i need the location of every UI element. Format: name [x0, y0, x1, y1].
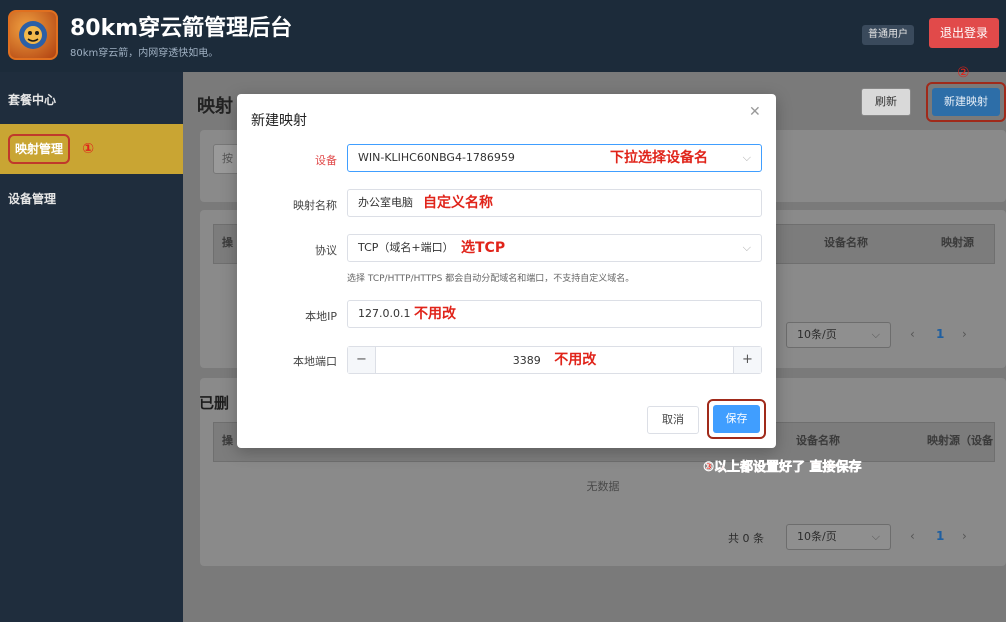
protocol-label: 协议 — [315, 244, 337, 257]
page-size-value: 10条/页 — [797, 328, 837, 341]
page-size-select[interactable]: 10条/页 ⌵ — [786, 524, 891, 550]
device-select[interactable]: WIN-KLIHC60NBG4-1786959 下拉选择设备名 ⌵ — [347, 144, 762, 172]
dialog-title: 新建映射 — [251, 113, 307, 129]
column-header: 操 — [222, 236, 233, 249]
sidebar-item-mappings[interactable]: 映射管理 ① — [0, 124, 183, 174]
local-port-annotation: 不用改 — [554, 352, 597, 368]
logo-icon — [19, 21, 47, 49]
chevron-down-icon: ⌵ — [871, 530, 880, 543]
sidebar-item-label: 映射管理 — [8, 134, 71, 164]
save-highlight: 保存 — [707, 399, 766, 439]
empty-state-text: 无数据 — [586, 480, 620, 493]
current-page[interactable]: 1 — [936, 529, 944, 543]
page-title: 映射 — [197, 96, 233, 117]
prev-page-icon[interactable]: ‹ — [910, 529, 915, 543]
local-port-value-wrap: 3389 不用改 — [376, 347, 733, 374]
column-header: 设备名称 — [824, 236, 868, 249]
protocol-select[interactable]: TCP（域名+端口） 选TCP ⌵ — [347, 234, 762, 262]
page-size-value: 10条/页 — [797, 530, 837, 543]
current-page[interactable]: 1 — [936, 327, 944, 341]
step-annotation-1: ① — [82, 141, 95, 157]
next-page-icon[interactable]: › — [962, 529, 967, 543]
column-header: 操 — [222, 434, 233, 447]
chevron-down-icon: ⌵ — [742, 241, 751, 254]
sidebar-item-label: 设备管理 — [8, 192, 57, 206]
local-port-label: 本地端口 — [293, 355, 337, 368]
chevron-down-icon: ⌵ — [742, 151, 751, 164]
user-role-badge: 普通用户 — [862, 25, 914, 45]
name-value: 办公室电脑 — [358, 196, 413, 209]
page-size-select[interactable]: 10条/页 ⌵ — [786, 322, 891, 348]
device-value: WIN-KLIHC60NBG4-1786959 — [358, 151, 515, 164]
sidebar-item-packages[interactable]: 套餐中心 — [0, 75, 183, 125]
local-ip-label: 本地IP — [305, 310, 337, 323]
save-button[interactable]: 保存 — [713, 405, 760, 433]
device-annotation: 下拉选择设备名 — [610, 150, 708, 166]
app-title: 80km穿云箭管理后台 — [70, 16, 293, 41]
cancel-button[interactable]: 取消 — [647, 406, 699, 434]
sidebar: 套餐中心 映射管理 ① 设备管理 — [0, 72, 183, 622]
refresh-button[interactable]: 刷新 — [861, 88, 911, 116]
name-annotation: 自定义名称 — [423, 195, 493, 211]
close-icon[interactable]: ✕ — [749, 104, 761, 120]
app-header: 80km穿云箭管理后台 80km穿云箭，内网穿透快如电。 普通用户 退出登录 — [0, 0, 1006, 72]
sidebar-item-label: 套餐中心 — [8, 93, 57, 107]
protocol-annotation: 选TCP — [461, 240, 506, 256]
increment-icon[interactable]: + — [733, 347, 761, 373]
new-mapping-button[interactable]: 新建映射 — [932, 88, 1000, 116]
deleted-section-title: 已删 — [199, 394, 230, 412]
local-port-value: 3389 — [512, 354, 541, 367]
protocol-value: TCP（域名+端口） — [358, 241, 454, 254]
step-annotation-2: ② — [957, 65, 970, 81]
mapping-name-input[interactable]: 办公室电脑 自定义名称 — [347, 189, 762, 217]
local-ip-value: 127.0.0.1 — [358, 307, 411, 320]
step-annotation-3: ③以上都设置好了 直接保存 — [703, 460, 862, 476]
device-label: 设备 — [315, 154, 337, 167]
new-mapping-highlight: 新建映射 — [926, 82, 1006, 122]
local-ip-input[interactable]: 127.0.0.1 不用改 — [347, 300, 762, 328]
new-mapping-dialog: 新建映射 ✕ 设备 WIN-KLIHC60NBG4-1786959 下拉选择设备… — [237, 94, 776, 448]
sidebar-item-devices[interactable]: 设备管理 — [0, 174, 183, 224]
total-count: 共 0 条 — [728, 532, 764, 545]
chevron-down-icon: ⌵ — [871, 328, 880, 341]
decrement-icon[interactable]: − — [348, 347, 376, 373]
column-header: 映射源（设备 — [927, 434, 993, 447]
app-subtitle: 80km穿云箭，内网穿透快如电。 — [70, 48, 219, 59]
column-header: 映射源 — [941, 236, 974, 249]
local-ip-annotation: 不用改 — [414, 306, 456, 322]
app-logo — [8, 10, 58, 60]
next-page-icon[interactable]: › — [962, 327, 967, 341]
protocol-hint: 选择 TCP/HTTP/HTTPS 都会自动分配域名和端口，不支持自定义域名。 — [347, 274, 635, 284]
logout-button[interactable]: 退出登录 — [929, 18, 999, 48]
prev-page-icon[interactable]: ‹ — [910, 327, 915, 341]
local-port-stepper[interactable]: − 3389 不用改 + — [347, 346, 762, 374]
name-label: 映射名称 — [293, 199, 337, 212]
